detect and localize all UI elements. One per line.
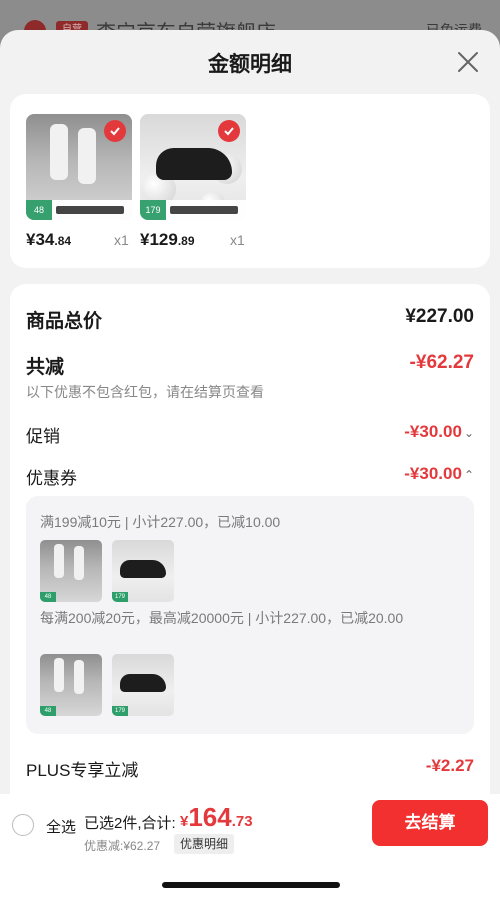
amount-detail-sheet: 金额明细 48 ¥34.84 x1 179 ¥129.89 x1 商品总价 ¥2… — [0, 30, 500, 898]
selected-check-icon — [104, 120, 126, 142]
selected-check-icon — [218, 120, 240, 142]
product-quantity: x1 — [230, 232, 245, 248]
product-tag: 48 — [26, 200, 132, 220]
close-button[interactable] — [456, 50, 480, 74]
plus-value: -¥2.27 — [425, 756, 474, 775]
promo-value: -¥30.00 — [404, 422, 462, 441]
total-label: 商品总价 — [26, 311, 103, 332]
coupon-product-thumb: 179 — [112, 654, 174, 716]
product-tag: 179 — [140, 200, 246, 220]
select-all-label[interactable]: 全选 — [46, 816, 76, 837]
coupon-rule-1: 满199减10元 | 小计227.00，已减10.00 — [40, 514, 281, 530]
reduce-value: -¥62.27 — [409, 352, 474, 373]
total-row: 商品总价 ¥227.00 — [26, 306, 474, 333]
coupon-detail-box: 满199减10元 | 小计227.00，已减10.00 48 179 每满200… — [26, 496, 474, 734]
chevron-up-icon: ⌃ — [463, 468, 474, 482]
sheet-title: 金额明细 — [208, 53, 292, 76]
product-image: 179 — [140, 114, 246, 220]
selected-count: 已选2件,合计: — [84, 815, 176, 832]
coupon-value: -¥30.00 — [404, 464, 462, 483]
product-item[interactable]: 48 ¥34.84 x1 — [26, 114, 132, 249]
product-quantity: x1 — [114, 232, 129, 248]
checkout-button[interactable]: 去结算 — [372, 800, 488, 846]
promo-label: 促销 — [26, 427, 60, 446]
coupon-rule-2: 每满200减20元，最高减20000元 | 小计227.00，已减20.00 — [40, 610, 404, 626]
select-all-radio[interactable] — [12, 814, 34, 836]
coupon-product-thumb: 48 — [40, 540, 102, 602]
products-card: 48 ¥34.84 x1 179 ¥129.89 x1 — [10, 94, 490, 268]
checkout-bar: 全选 已选2件,合计: ¥164.73 优惠减:¥62.27 优惠明细 去结算 — [0, 794, 500, 898]
discount-amount: 优惠减:¥62.27 — [84, 839, 161, 853]
product-item[interactable]: 179 ¥129.89 x1 — [140, 114, 246, 249]
reduce-row: 共减 -¥62.27 — [26, 352, 474, 379]
plus-row: PLUS专享立减 -¥2.27 — [26, 756, 474, 781]
product-image: 48 — [26, 114, 132, 220]
promo-row[interactable]: 促销 -¥30.00 ⌄ — [26, 422, 474, 447]
coupon-label: 优惠券 — [26, 469, 77, 488]
reduce-note: 以下优惠不包含红包，请在结算页查看 — [26, 384, 264, 400]
discount-detail-button[interactable]: 优惠明细 — [174, 834, 235, 854]
product-price: ¥34.84 — [26, 230, 72, 249]
coupon-product-thumb: 48 — [40, 654, 102, 716]
reduce-label: 共减 — [26, 357, 65, 378]
coupon-row[interactable]: 优惠券 -¥30.00 ⌃ — [26, 464, 474, 489]
chevron-down-icon: ⌄ — [463, 426, 474, 440]
total-value: ¥227.00 — [405, 306, 474, 327]
coupon-product-thumb: 179 — [112, 540, 174, 602]
close-icon — [458, 52, 478, 72]
total-amount: ¥164.73 — [180, 802, 253, 832]
plus-label: PLUS专享立减 — [26, 761, 139, 780]
home-indicator — [162, 882, 340, 888]
summary-card: 商品总价 ¥227.00 共减 -¥62.27 以下优惠不包含红包，请在结算页查… — [10, 284, 490, 844]
product-price: ¥129.89 — [140, 230, 195, 249]
